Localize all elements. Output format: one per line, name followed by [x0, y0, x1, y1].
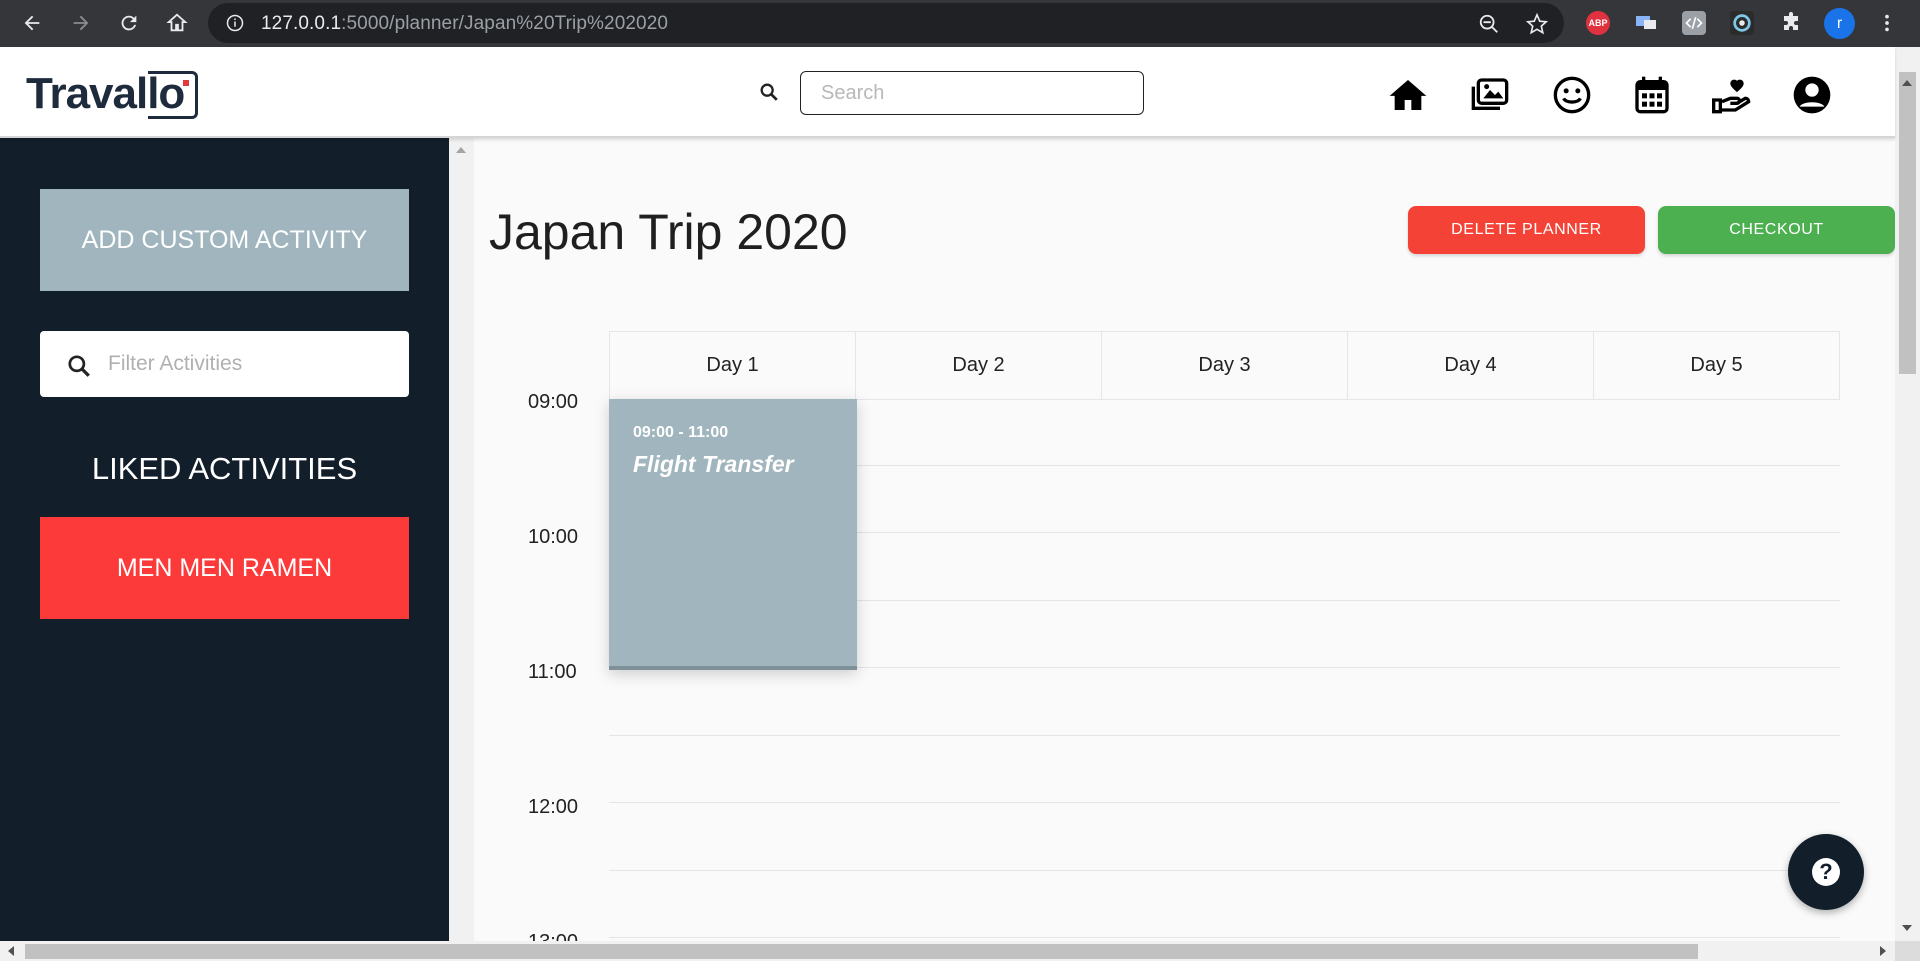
- add-custom-activity-button[interactable]: ADD CUSTOM ACTIVITY: [40, 189, 409, 291]
- browser-menu-button[interactable]: [1872, 8, 1902, 38]
- time-label: 13:00: [528, 931, 578, 941]
- page-horizontal-scrollbar[interactable]: [0, 941, 1895, 961]
- forward-arrow-icon: [73, 15, 89, 31]
- more-vertical-icon: [1885, 14, 1889, 32]
- day-header: Day 1: [610, 332, 856, 399]
- page-vertical-scrollbar[interactable]: [1895, 47, 1920, 941]
- donate-nav-button[interactable]: [1710, 75, 1754, 115]
- sidebar: ADD CUSTOM ACTIVITY LIKED ACTIVITIES MEN…: [0, 138, 449, 961]
- filter-search-icon: [68, 355, 90, 377]
- home-button[interactable]: [162, 8, 192, 38]
- time-label: 10:00: [528, 526, 579, 548]
- zoom-out-icon[interactable]: [1478, 13, 1500, 35]
- search-input[interactable]: [800, 71, 1144, 115]
- calendar-event[interactable]: 09:00 - 11:00 Flight Transfer: [609, 399, 857, 670]
- account-nav-button[interactable]: [1790, 75, 1834, 115]
- half-hour-line: [609, 870, 1840, 871]
- liked-activity-item[interactable]: MEN MEN RAMEN: [40, 517, 409, 619]
- calendar-header: Day 1 Day 2 Day 3 Day 4 Day 5: [609, 331, 1840, 400]
- app-header: Travallo: [0, 47, 1895, 138]
- home-nav-button[interactable]: [1386, 75, 1430, 115]
- extensions-puzzle-icon[interactable]: [1779, 11, 1803, 35]
- screen-extension-icon[interactable]: [1634, 11, 1658, 35]
- planner-nav-button[interactable]: [1630, 75, 1674, 115]
- filter-activities-input[interactable]: [108, 345, 388, 383]
- hour-line: [609, 802, 1840, 803]
- sidebar-scrollbar[interactable]: [449, 138, 474, 941]
- day-header: Day 4: [1348, 332, 1594, 399]
- browser-home-icon: [166, 13, 188, 32]
- filter-activities-box[interactable]: [40, 331, 409, 397]
- event-time: 09:00 - 11:00: [633, 424, 729, 441]
- browser-chrome: 127.0.0.1:5000/planner/Japan%20Trip%2020…: [0, 0, 1920, 47]
- scroll-up-arrow-icon[interactable]: [456, 147, 466, 153]
- gallery-icon: [1471, 78, 1509, 110]
- adblock-extension-icon[interactable]: ABP: [1586, 11, 1610, 35]
- horizontal-scroll-thumb[interactable]: [25, 944, 1698, 959]
- delete-planner-button[interactable]: DELETE PLANNER: [1408, 206, 1645, 254]
- smile-icon: [1553, 76, 1591, 114]
- liked-activities-heading: LIKED ACTIVITIES: [91, 451, 358, 486]
- profile-avatar[interactable]: r: [1824, 8, 1855, 39]
- scroll-right-arrow-icon[interactable]: [1880, 946, 1886, 956]
- search-icon[interactable]: [758, 81, 780, 103]
- back-arrow-icon: [24, 15, 40, 31]
- code-extension-icon[interactable]: [1682, 11, 1706, 35]
- reload-button[interactable]: [114, 8, 144, 38]
- time-label: 11:00: [528, 661, 577, 683]
- time-label: 09:00: [528, 391, 579, 413]
- vertical-scroll-thumb[interactable]: [1899, 72, 1916, 374]
- page-title: Japan Trip 2020: [489, 204, 848, 260]
- half-hour-line: [609, 735, 1840, 736]
- scroll-left-arrow-icon[interactable]: [8, 946, 14, 956]
- bookmark-star-icon[interactable]: [1526, 13, 1548, 35]
- hour-line: [609, 937, 1840, 938]
- calendar-icon: [1635, 76, 1669, 114]
- address-bar[interactable]: 127.0.0.1:5000/planner/Japan%20Trip%2020…: [208, 3, 1564, 43]
- smile-nav-button[interactable]: [1550, 75, 1594, 115]
- gallery-nav-button[interactable]: [1468, 75, 1512, 115]
- donate-icon: [1712, 79, 1751, 114]
- day-header: Day 3: [1102, 332, 1348, 399]
- event-title: Flight Transfer: [633, 451, 794, 477]
- scroll-up-arrow-icon[interactable]: [1902, 80, 1912, 86]
- forward-button[interactable]: [66, 8, 96, 38]
- camera-extension-icon[interactable]: [1730, 11, 1754, 35]
- back-button[interactable]: [17, 8, 47, 38]
- day-header: Day 5: [1690, 354, 1743, 376]
- account-icon: [1793, 76, 1831, 114]
- url-text: 127.0.0.1:5000/planner/Japan%20Trip%2020…: [261, 13, 669, 34]
- home-icon: [1389, 80, 1427, 110]
- logo-camera-icon: [148, 71, 198, 119]
- scrollbar-corner: [1895, 941, 1920, 961]
- info-icon[interactable]: [226, 14, 244, 32]
- planner-main: Japan Trip 2020 DELETE PLANNER CHECKOUT …: [474, 138, 1895, 941]
- scroll-down-arrow-icon[interactable]: [1902, 925, 1912, 931]
- time-label: 12:00: [528, 796, 579, 818]
- question-icon: ?: [1812, 858, 1840, 886]
- reload-icon: [121, 15, 137, 31]
- checkout-button[interactable]: CHECKOUT: [1658, 206, 1895, 254]
- help-button[interactable]: ?: [1788, 834, 1864, 910]
- day-header: Day 2: [856, 332, 1102, 399]
